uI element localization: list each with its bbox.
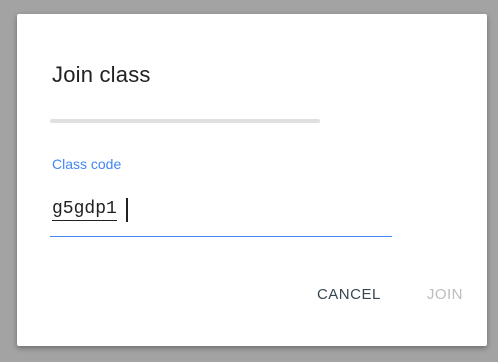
progress-bar	[50, 119, 320, 123]
field-underline	[50, 236, 392, 237]
class-code-value: g5gdp1	[52, 199, 117, 221]
text-cursor	[125, 198, 128, 222]
join-class-dialog: Join class Class code g5gdp1 CANCEL JOIN	[17, 14, 487, 346]
class-code-field[interactable]: g5gdp1	[50, 190, 392, 238]
class-code-label: Class code	[52, 156, 122, 172]
join-button[interactable]: JOIN	[427, 286, 463, 303]
dialog-actions: CANCEL JOIN	[317, 286, 463, 303]
class-code-input[interactable]: g5gdp1	[52, 198, 128, 222]
dialog-title: Join class	[52, 62, 151, 87]
cancel-button[interactable]: CANCEL	[317, 286, 381, 303]
